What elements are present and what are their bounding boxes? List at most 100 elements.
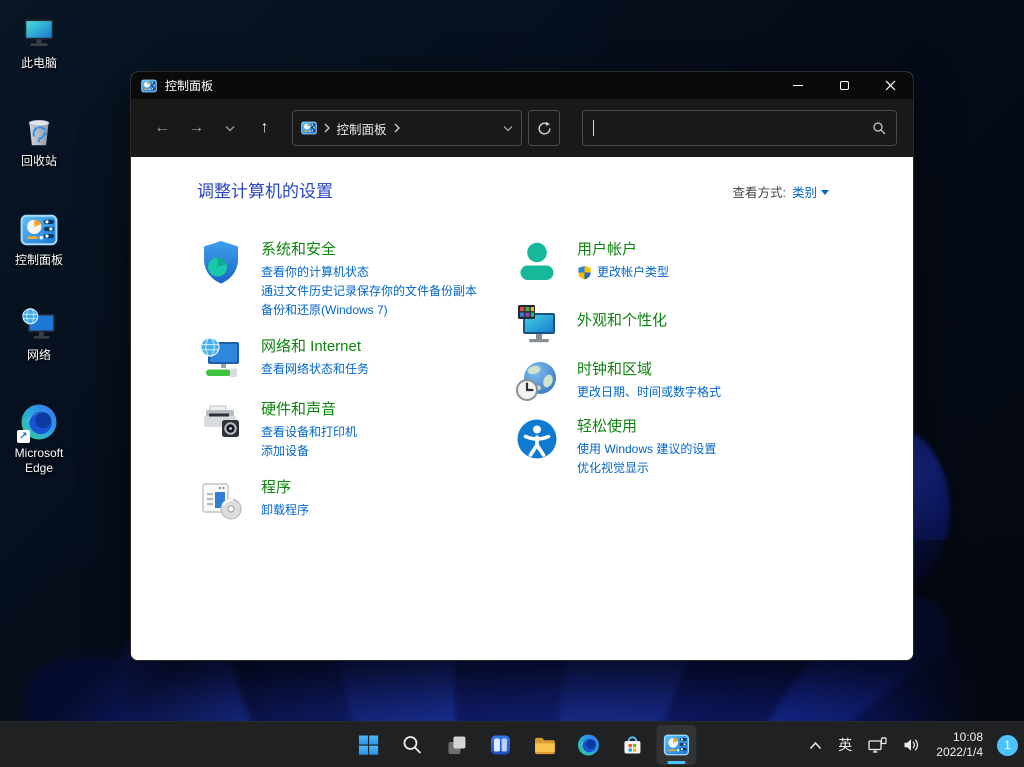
category-link[interactable]: 添加设备 xyxy=(261,442,357,461)
printer-speaker-icon[interactable] xyxy=(197,398,245,446)
breadcrumb-chevron-icon xyxy=(323,122,331,134)
control-panel-icon xyxy=(663,732,689,758)
control-panel-icon xyxy=(20,211,58,249)
category-title[interactable]: 轻松使用 xyxy=(577,416,716,437)
task-view-button[interactable] xyxy=(436,725,476,765)
desktop-icon-edge[interactable]: ↗ Microsoft Edge xyxy=(4,402,74,476)
network-tray-button[interactable] xyxy=(862,726,893,764)
back-button[interactable]: ← xyxy=(147,112,177,144)
show-hidden-icons-button[interactable] xyxy=(803,726,828,764)
maximize-button[interactable] xyxy=(821,72,867,99)
category-link[interactable]: 查看网络状态和任务 xyxy=(261,360,369,379)
category-title[interactable]: 程序 xyxy=(261,477,309,498)
category-link[interactable]: 查看设备和打印机 xyxy=(261,423,357,442)
category-link[interactable]: 查看你的计算机状态 xyxy=(261,263,477,282)
network-icon xyxy=(20,306,58,344)
window-title: 控制面板 xyxy=(165,77,213,94)
text-caret xyxy=(593,120,594,136)
control-panel-window: 控制面板 ← → ↑ 控制面板 xyxy=(130,71,914,661)
recycle-bin-icon xyxy=(20,112,58,150)
category-link[interactable]: 备份和还原(Windows 7) xyxy=(261,301,477,320)
widgets-button[interactable] xyxy=(480,725,520,765)
recent-locations-button[interactable] xyxy=(215,112,245,144)
control-panel-content: 调整计算机的设置 查看方式: 类别 系统和安全 查看你的计算机状态 通过文件历史… xyxy=(131,157,913,661)
up-button[interactable]: ↑ xyxy=(249,112,279,144)
close-button[interactable] xyxy=(867,72,913,99)
control-panel-button[interactable] xyxy=(656,725,696,765)
windows-logo-icon xyxy=(356,733,380,757)
categories-left-column: 系统和安全 查看你的计算机状态 通过文件历史记录保存你的文件备份副本 备份和还原… xyxy=(197,238,513,539)
ease-of-access-icon[interactable] xyxy=(513,415,561,463)
view-by-label: 查看方式: xyxy=(733,182,786,201)
desktop-icon-label: Microsoft Edge xyxy=(4,446,74,476)
active-app-indicator xyxy=(667,761,685,764)
forward-button[interactable]: → xyxy=(181,112,211,144)
volume-tray-button[interactable] xyxy=(897,726,926,764)
category-link[interactable]: 卸载程序 xyxy=(261,501,309,520)
search-button[interactable] xyxy=(392,725,432,765)
desktop-icon-control-panel[interactable]: 控制面板 xyxy=(4,211,74,268)
category-title[interactable]: 系统和安全 xyxy=(261,239,477,260)
notification-badge[interactable]: 1 xyxy=(997,735,1018,756)
desktop-icon-label: 回收站 xyxy=(4,154,74,169)
category-link[interactable]: 优化视觉显示 xyxy=(577,459,716,478)
network-monitor-icon[interactable] xyxy=(197,335,245,383)
category-hardware-sound: 硬件和声音 查看设备和打印机 添加设备 xyxy=(197,398,513,461)
category-title[interactable]: 外观和个性化 xyxy=(577,310,667,331)
category-appearance: 外观和个性化 xyxy=(513,301,829,349)
search-box[interactable] xyxy=(582,110,897,146)
store-button[interactable] xyxy=(612,725,652,765)
refresh-button[interactable] xyxy=(528,110,560,146)
refresh-icon xyxy=(537,121,552,136)
category-title[interactable]: 硬件和声音 xyxy=(261,399,357,420)
edge-button[interactable] xyxy=(568,725,608,765)
programs-disc-icon[interactable] xyxy=(197,476,245,524)
this-pc-icon xyxy=(20,14,58,52)
network-icon xyxy=(868,737,887,753)
clock[interactable]: 10:08 2022/1/4 xyxy=(930,726,989,764)
file-explorer-button[interactable] xyxy=(524,725,564,765)
breadcrumb[interactable]: 控制面板 xyxy=(337,119,387,138)
minimize-icon xyxy=(793,85,803,86)
ime-indicator[interactable]: 英 xyxy=(832,726,858,764)
category-link[interactable]: 更改日期、时间或数字格式 xyxy=(577,383,721,402)
uac-shield-icon xyxy=(577,265,592,280)
desktop-icon-label: 网络 xyxy=(4,348,74,363)
maximize-icon xyxy=(840,81,849,90)
page-title: 调整计算机的设置 xyxy=(197,177,333,202)
close-icon xyxy=(885,80,896,91)
edge-icon xyxy=(576,733,600,757)
start-button[interactable] xyxy=(348,725,388,765)
title-bar[interactable]: 控制面板 xyxy=(131,72,913,99)
category-link[interactable]: 通过文件历史记录保存你的文件备份副本 xyxy=(261,282,477,301)
chevron-up-icon xyxy=(809,741,822,750)
address-dropdown-icon[interactable] xyxy=(503,125,513,132)
control-panel-icon xyxy=(301,120,317,136)
address-bar[interactable]: 控制面板 xyxy=(292,110,523,146)
volume-icon xyxy=(903,737,920,753)
category-link[interactable]: 使用 Windows 建议的设置 xyxy=(577,440,716,459)
desktop-icon-network[interactable]: 网络 xyxy=(4,306,74,363)
category-programs: 程序 卸载程序 xyxy=(197,476,513,524)
category-title[interactable]: 网络和 Internet xyxy=(261,336,369,357)
clock-globe-icon[interactable] xyxy=(513,358,561,406)
search-input[interactable] xyxy=(596,121,872,135)
security-shield-icon[interactable] xyxy=(197,238,245,286)
navigation-toolbar: ← → ↑ 控制面板 xyxy=(131,99,913,157)
category-user-accounts: 用户帐户 更改帐户类型 xyxy=(513,238,829,286)
category-link-change-account-type[interactable]: 更改帐户类型 xyxy=(577,263,669,282)
taskbar: 英 10:08 2022/1/4 1 xyxy=(0,721,1024,767)
user-accounts-icon[interactable] xyxy=(513,238,561,286)
desktop-icon-recycle-bin[interactable]: 回收站 xyxy=(4,112,74,169)
tray-date: 2022/1/4 xyxy=(936,745,983,760)
category-title[interactable]: 时钟和区域 xyxy=(577,359,721,380)
view-by-dropdown[interactable]: 类别 xyxy=(792,182,829,201)
categories-right-column: 用户帐户 更改帐户类型 外观和个性化 xyxy=(513,238,829,539)
category-title[interactable]: 用户帐户 xyxy=(577,239,669,260)
shortcut-arrow-icon: ↗ xyxy=(17,430,30,443)
desktop-icon-this-pc[interactable]: 此电脑 xyxy=(4,14,74,71)
appearance-monitor-icon[interactable] xyxy=(513,301,561,349)
breadcrumb-chevron-icon xyxy=(393,122,401,134)
chevron-down-icon xyxy=(225,125,235,132)
minimize-button[interactable] xyxy=(775,72,821,99)
